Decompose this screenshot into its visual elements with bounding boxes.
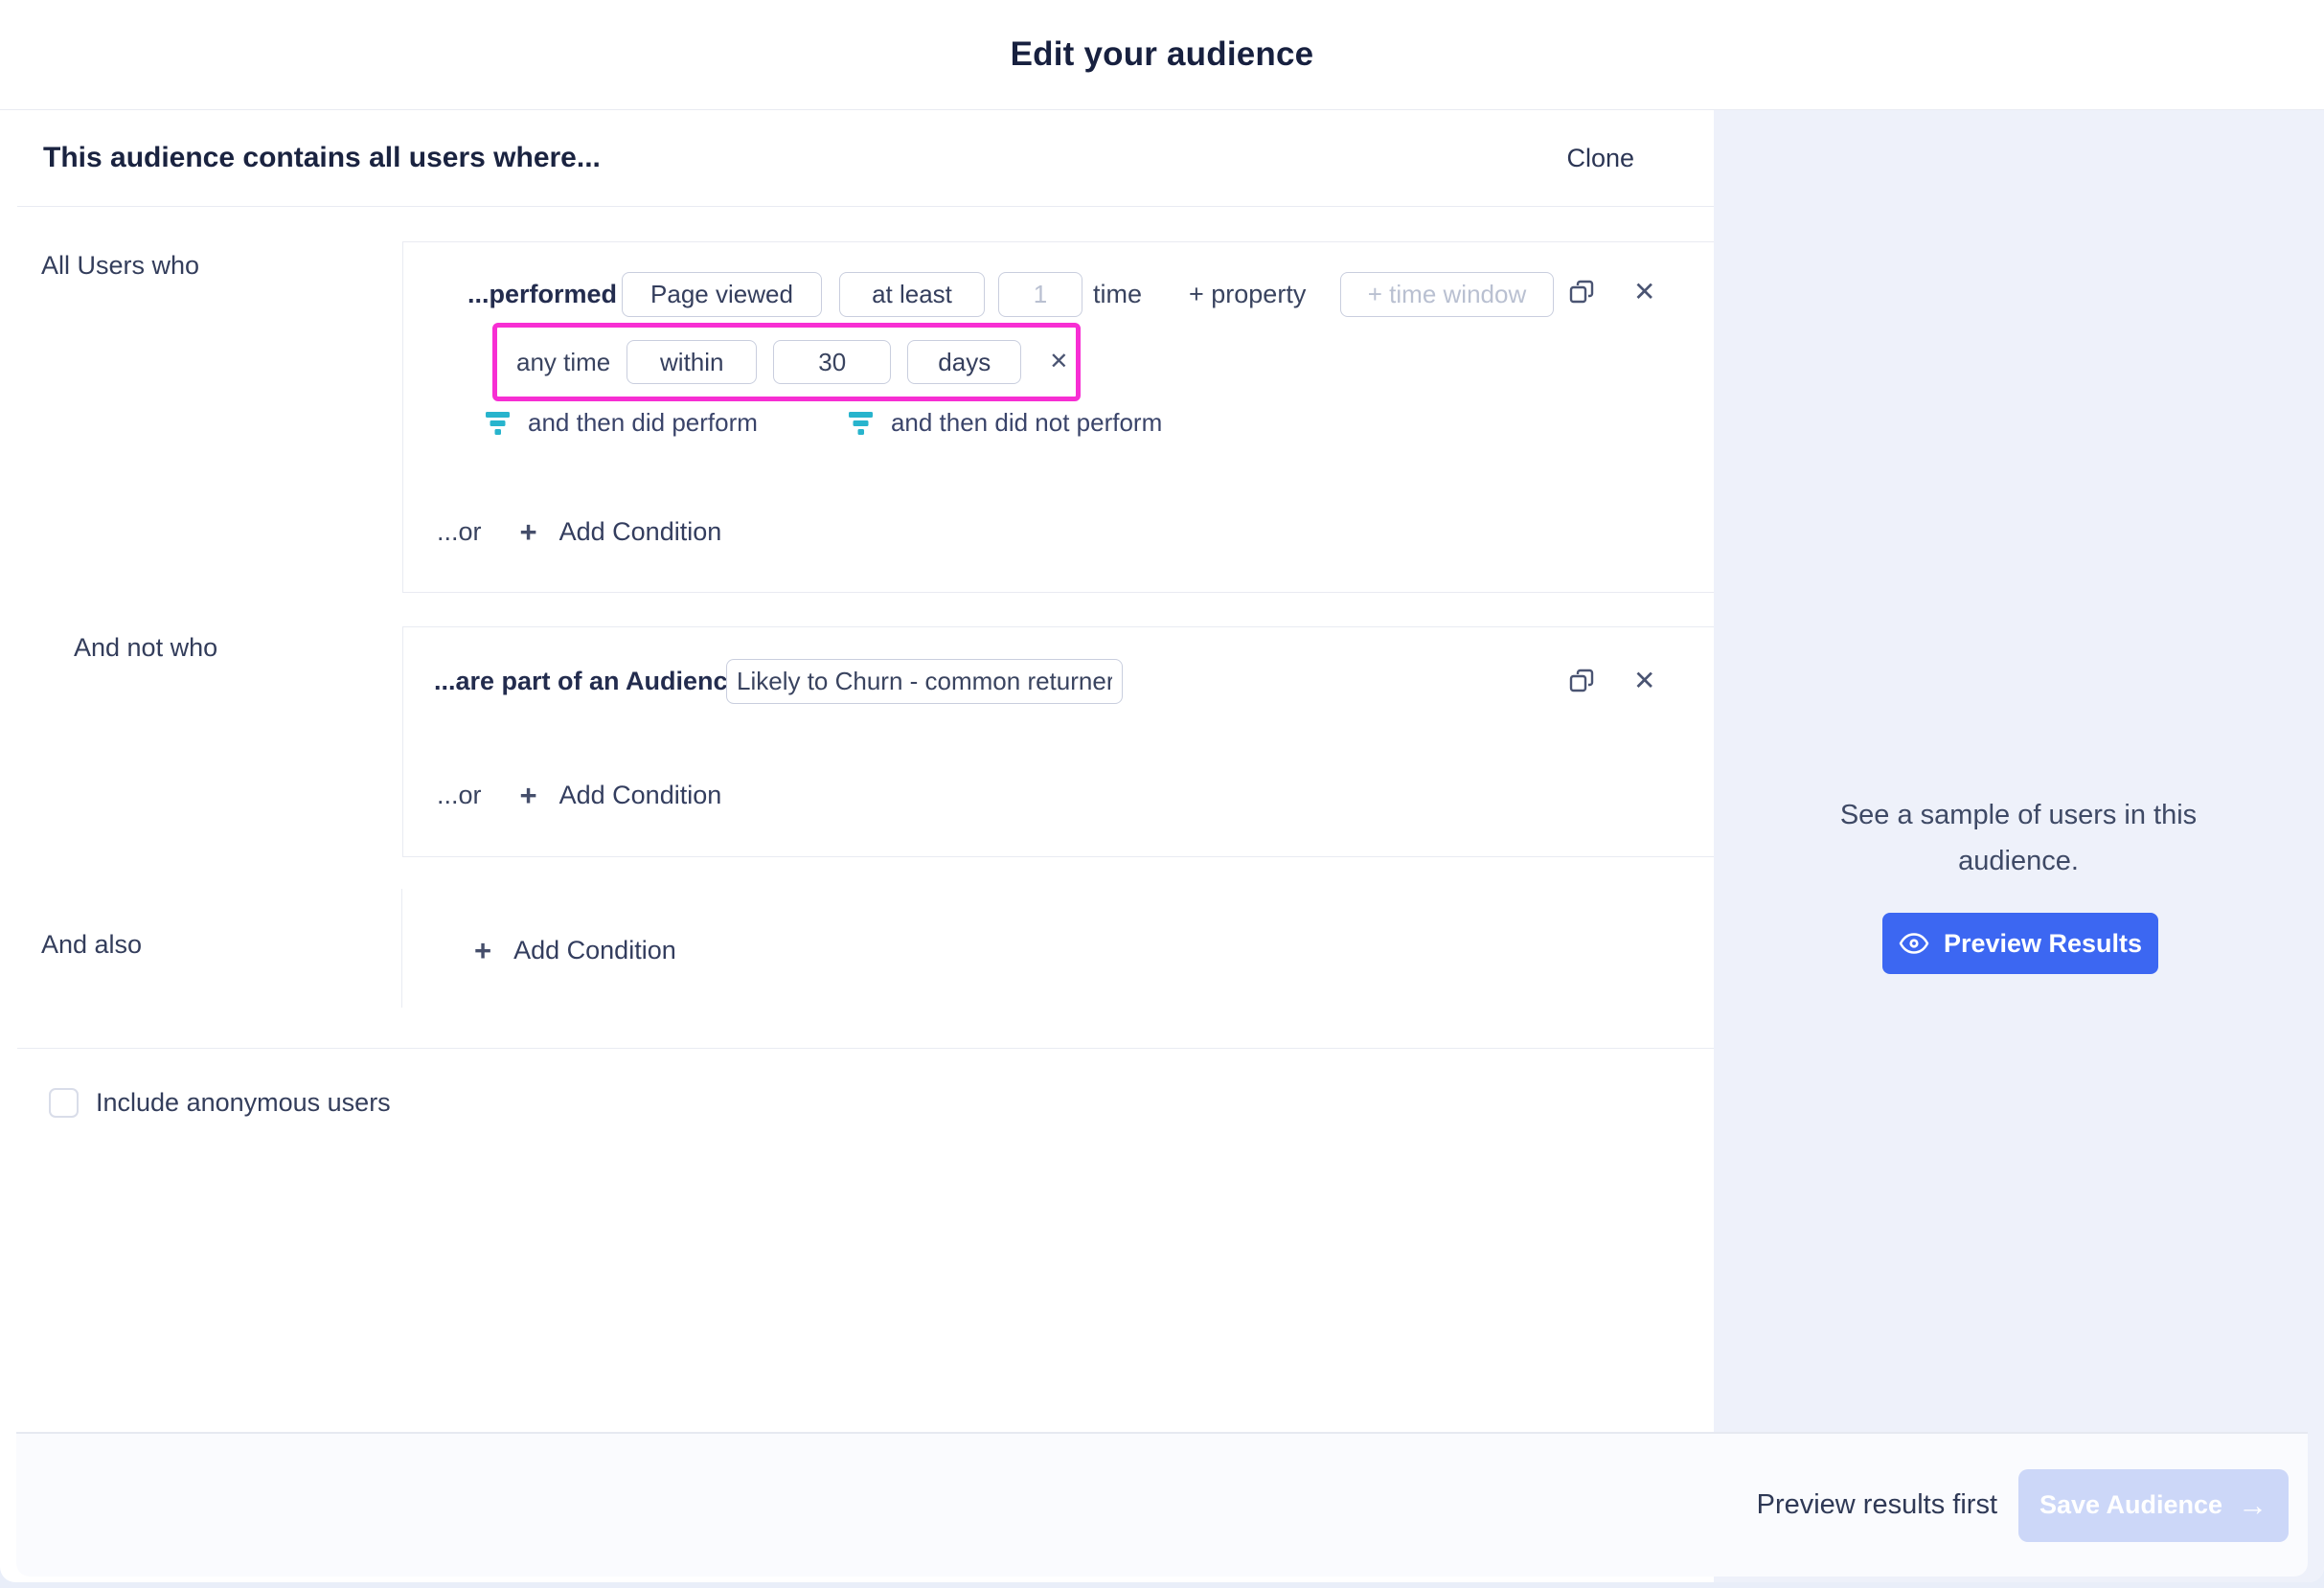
plus-icon: + xyxy=(520,781,537,810)
header-divider xyxy=(17,206,1714,207)
remove-condition-button[interactable]: ✕ xyxy=(1633,279,1655,306)
copy-icon xyxy=(1568,279,1595,307)
add-condition-button[interactable]: Add Condition xyxy=(559,517,722,547)
include-anonymous-label: Include anonymous users xyxy=(96,1088,391,1118)
preview-sidebar: See a sample of users in this audience. … xyxy=(1714,110,2324,1582)
funnel-icon xyxy=(848,410,874,435)
preview-results-button[interactable]: Preview Results xyxy=(1882,913,2158,974)
edit-audience-modal: Edit your audience See a sample of users… xyxy=(0,0,2324,1588)
section-label-all-users: All Users who xyxy=(41,242,199,288)
within-select[interactable]: within xyxy=(627,340,757,384)
content-header: This audience contains all users where..… xyxy=(0,110,1714,206)
then-did-not-perform-label: and then did not perform xyxy=(891,408,1162,438)
page-title: Edit your audience xyxy=(1011,35,1314,74)
include-anonymous-checkbox[interactable] xyxy=(49,1088,79,1118)
time-unit-select[interactable]: days xyxy=(907,340,1021,384)
save-audience-button[interactable]: Save Audience → xyxy=(2018,1469,2289,1542)
funnel-icon xyxy=(485,410,511,435)
copy-icon xyxy=(1568,668,1595,696)
audience-membership-label: ...are part of an Audience xyxy=(434,659,742,704)
audience-select-input[interactable] xyxy=(726,659,1123,704)
section-label-and-not-who: And not who xyxy=(74,624,217,670)
content-divider xyxy=(17,1048,1714,1049)
and-also-section-border xyxy=(401,889,402,1008)
preview-results-label: Preview Results xyxy=(1944,929,2142,959)
then-did-perform-button[interactable]: and then did perform xyxy=(485,408,758,438)
anonymous-users-row: Include anonymous users xyxy=(49,1085,391,1120)
then-did-perform-label: and then did perform xyxy=(528,408,758,438)
add-condition-button[interactable]: Add Condition xyxy=(513,936,676,965)
audience-rule-heading: This audience contains all users where..… xyxy=(43,142,601,174)
event-select[interactable]: Page viewed xyxy=(622,272,822,317)
any-time-label: any time xyxy=(516,340,610,385)
eye-icon xyxy=(1899,933,1929,954)
or-label: ...or xyxy=(437,773,482,818)
or-add-condition-row: ...or + Add Condition xyxy=(437,509,721,555)
duplicate-condition-button[interactable] xyxy=(1568,668,1595,696)
then-did-not-perform-button[interactable]: and then did not perform xyxy=(848,408,1162,438)
or-label: ...or xyxy=(437,510,482,555)
preview-first-hint: Preview results first xyxy=(1757,1489,1997,1521)
add-property-button[interactable]: + property xyxy=(1189,272,1306,317)
condition-card-all-users: ...performed Page viewed at least time +… xyxy=(402,241,1714,593)
condition-card-and-not-who: ...are part of an Audience ✕ ...or + Add… xyxy=(402,626,1714,857)
title-bar: Edit your audience xyxy=(0,0,2324,110)
remove-condition-button[interactable]: ✕ xyxy=(1633,668,1655,694)
and-also-add-condition-row: + Add Condition xyxy=(474,927,676,973)
performed-label: ...performed xyxy=(467,272,617,317)
section-label-and-also: And also xyxy=(41,921,142,967)
remove-time-filter-button[interactable]: ✕ xyxy=(1049,349,1068,375)
modal-surface: Edit your audience See a sample of users… xyxy=(0,0,2324,1582)
count-input[interactable] xyxy=(998,272,1082,317)
or-add-condition-row: ...or + Add Condition xyxy=(437,772,721,818)
time-label: time xyxy=(1093,272,1142,317)
time-value-input[interactable] xyxy=(773,340,891,384)
duplicate-condition-button[interactable] xyxy=(1568,279,1595,307)
time-filter-highlight: any time within days ✕ xyxy=(492,323,1081,401)
sample-users-message: See a sample of users in this audience. xyxy=(1789,792,2248,884)
clone-button[interactable]: Clone xyxy=(1566,144,1634,173)
footer-bar: Preview results first Save Audience → xyxy=(16,1432,2308,1577)
operator-select[interactable]: at least xyxy=(839,272,985,317)
save-audience-label: Save Audience xyxy=(2039,1490,2222,1520)
add-condition-button[interactable]: Add Condition xyxy=(559,781,722,810)
plus-icon: + xyxy=(474,936,491,965)
funnel-links-row: and then did perform and then did not pe… xyxy=(485,408,1162,437)
plus-icon: + xyxy=(520,517,537,547)
arrow-right-icon: → xyxy=(2238,1490,2267,1520)
time-window-input[interactable] xyxy=(1340,272,1554,317)
